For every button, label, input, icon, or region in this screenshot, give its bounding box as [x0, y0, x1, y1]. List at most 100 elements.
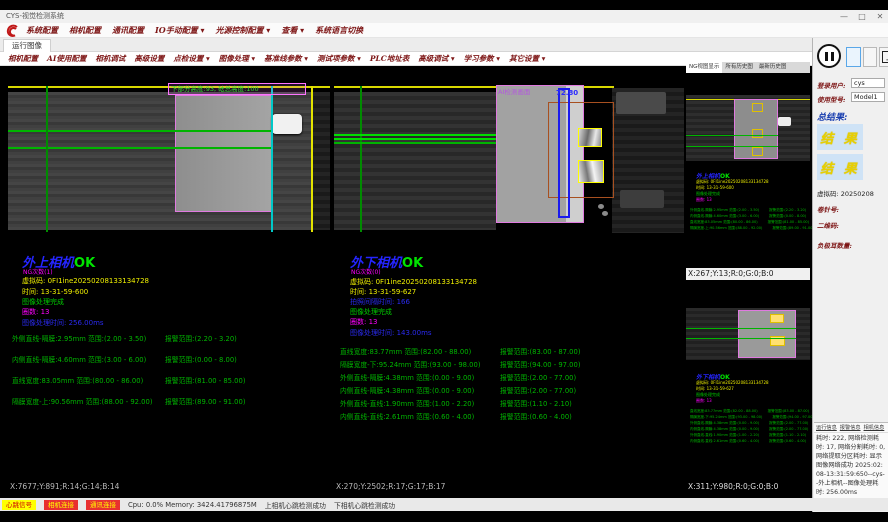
- mini2-barcode: 虚拟码: 0FI1ine20250208133134728: [696, 380, 769, 386]
- menu-item-language[interactable]: 系统语言切换: [315, 23, 363, 38]
- menu-item-camera-config[interactable]: 相机配置: [69, 23, 101, 38]
- cpu-memory-text: Cpu: 0.0% Memory: 3424.41796875M: [128, 501, 257, 509]
- tool-image-process[interactable]: 图像处理 ▾: [219, 52, 255, 66]
- mini1-green-line: [686, 135, 778, 136]
- left-cell-slab: [175, 95, 272, 212]
- history-view-1[interactable]: 外上相机OK 虚拟码: 0FI1ine20250208133134728 时间:…: [686, 73, 810, 268]
- measure-text: 内侧直线-隔膜:4.60mm 范围:(3.00 - 6.00): [12, 354, 146, 364]
- right-machine-block: [616, 92, 666, 114]
- mini1-rows: 外侧直线-隔膜:2.95mm 范围:(2.00 - 3.50)报警范围:(2.2…: [690, 207, 814, 231]
- left-camera-view[interactable]: 下部分高度:93, 砝总高度:100 外上相机OK NG次数(1) 虚拟码: 0…: [8, 78, 330, 493]
- right-proc-time: 图像处理时间: 143.00ms: [350, 328, 432, 338]
- menu-item-light-control[interactable]: 光源控制配置 ▾: [216, 23, 271, 38]
- tool-ai-config[interactable]: AI使用配置: [47, 52, 86, 66]
- mini1-loop: 圈数: 13: [696, 197, 712, 203]
- tab-latest-history[interactable]: 最新历史图: [756, 62, 790, 73]
- bolt-dot: [602, 211, 608, 216]
- menu-item-io-manual[interactable]: IO手动配置 ▾: [155, 23, 205, 38]
- measure-text: 外侧直线-直线:1.90mm 范围:(1.00 - 2.20): [340, 398, 474, 408]
- right-camera-status: OK: [402, 256, 423, 271]
- history-tabs: NG视图显示 所有历史图 最新历史图: [686, 62, 810, 73]
- measure-text: 外侧直线-隔膜:2.95mm 范围:(2.00 - 3.50): [12, 333, 146, 343]
- left-measure-row: 直线宽度:83.05mm 范围:(80.00 - 86.00) 报警范围:(81…: [8, 375, 330, 387]
- sidebar: → 登录用户: cys 使用型号: Model1 总结果: 结 果 结 果 虚拟…: [812, 38, 888, 512]
- right-measure-row: 隔膜宽度-下:95.24mm 范围:(93.00 - 98.00) 报警范围:(…: [334, 359, 684, 370]
- pause-icon: [825, 52, 828, 61]
- tab-ng-view[interactable]: NG视图显示: [686, 62, 722, 73]
- left-ng-count: NG次数(1): [23, 267, 53, 276]
- mini1-connector: [778, 117, 791, 126]
- measure-text: 内侧直线-隔膜:4.38mm 范围:(0.00 - 9.00): [340, 385, 474, 395]
- alarm-text: 报警范围:(83.00 - 87.00): [500, 346, 580, 356]
- comm-connect-badge: 通讯连接: [86, 500, 120, 510]
- measure-text: 外侧直线-隔膜:4.38mm 范围:(0.00 - 9.00): [340, 372, 474, 382]
- total-result-label: 总结果:: [817, 110, 847, 123]
- user-login-button[interactable]: [846, 47, 861, 67]
- status-bar: 心跳信号 相机连接 通讯连接 Cpu: 0.0% Memory: 3424.41…: [0, 498, 888, 511]
- exit-button[interactable]: →: [879, 47, 888, 67]
- tool-baseline-params[interactable]: 基准线参数 ▾: [264, 52, 308, 66]
- history-view-2[interactable]: 外下相机OK 虚拟码: 0FI1ine20250208133134728 时间:…: [686, 280, 810, 481]
- window-controls: — □ ✕: [838, 10, 886, 23]
- tool-advanced-debug[interactable]: 高级调试 ▾: [418, 52, 454, 66]
- sidebar-barcode: 虚拟码: 20250208: [817, 188, 874, 198]
- mini1-yellow-box: [752, 147, 763, 156]
- tab-run-image[interactable]: 运行图像: [3, 39, 51, 52]
- left-band-right-edge: [313, 92, 330, 230]
- qr-code-label: 二维码:: [817, 220, 839, 230]
- alarm-text: 报警范围:(0.60 - 4.00): [500, 411, 572, 421]
- menu-item-view[interactable]: 查看 ▾: [281, 23, 304, 38]
- maximize-icon[interactable]: □: [856, 10, 868, 23]
- tab-all-history[interactable]: 所有历史图: [722, 62, 756, 73]
- measure-text: 直线宽度:83.77mm 范围:(82.00 - 88.00): [340, 346, 471, 356]
- right-camera-view[interactable]: AI检测画面 72.80 外下相机OK NG次数(0) 虚拟码: 0FI1ine…: [334, 78, 684, 493]
- right-barcode: 虚拟码: 0FI1ine20250208133134728: [350, 277, 477, 287]
- left-measure-row: 外侧直线-隔膜:2.95mm 范围:(2.00 - 3.50) 报警范围:(2.…: [8, 333, 330, 345]
- tab-alarm-info[interactable]: 报警信息: [840, 424, 861, 431]
- camera-connect-badge: 相机连接: [44, 500, 78, 510]
- tool-test-params[interactable]: 测试项参数 ▾: [317, 52, 361, 66]
- alarm-text: 报警范围:(1.10 - 2.10): [500, 398, 572, 408]
- tool-camera-debug[interactable]: 相机调试: [95, 52, 125, 66]
- tool-other-settings[interactable]: 其它设置 ▾: [509, 52, 545, 66]
- login-user-label: 登录用户:: [817, 80, 845, 90]
- result-box-1: 结 果: [817, 124, 863, 150]
- menu-item-system-config[interactable]: 系统配置: [26, 23, 58, 38]
- result-box-2: 结 果: [817, 154, 863, 180]
- minimize-icon[interactable]: —: [838, 10, 850, 23]
- right-yellow-tab-1: [578, 128, 602, 147]
- mini2-loop: 圈数: 13: [696, 398, 712, 404]
- upper-camera-heartbeat-msg: 上相机心跳检测成功: [265, 500, 326, 510]
- tool-advanced-settings[interactable]: 高级设置: [134, 52, 164, 66]
- tab-run-info[interactable]: 运行信息: [816, 424, 837, 431]
- left-camera-status: OK: [74, 256, 95, 271]
- tool-learn-params[interactable]: 学习参数 ▾: [464, 52, 500, 66]
- mini1-yellow-box: [752, 129, 763, 138]
- mini2-time: 时间: 13-31-59-627: [696, 386, 734, 392]
- menu-item-comm-config[interactable]: 通讯配置: [112, 23, 144, 38]
- right-machine-block: [620, 190, 664, 208]
- tool-camera-config[interactable]: 相机配置: [8, 52, 38, 66]
- mini2-done: 图像处理完成: [696, 392, 720, 398]
- left-yellow-vline: [311, 86, 313, 232]
- tool-plc-table[interactable]: PLC地址表: [370, 52, 409, 66]
- operator-button[interactable]: [863, 47, 877, 67]
- model-label: 使用型号:: [817, 94, 845, 104]
- menubar: 系统配置 相机配置 通讯配置 IO手动配置 ▾ 光源控制配置 ▾ 查看 ▾ 系统…: [0, 23, 888, 38]
- close-icon[interactable]: ✕: [874, 10, 886, 23]
- alarm-text: 报警范围:(2.00 - 77.00): [500, 372, 576, 382]
- measure-text: 直线宽度:83.05mm 范围:(80.00 - 86.00): [12, 375, 143, 385]
- tab-camera-info[interactable]: 相机信息: [864, 424, 885, 431]
- right-measure-row: 直线宽度:83.77mm 范围:(82.00 - 88.00) 报警范围:(83…: [334, 346, 684, 357]
- left-measure-row: 隔膜宽度-上:90.56mm 范围:(88.00 - 92.00) 报警范围:(…: [8, 396, 330, 408]
- tool-spot-check[interactable]: 点检设置 ▾: [173, 52, 209, 66]
- right-measure-row: 内侧直线-隔膜:4.38mm 范围:(0.00 - 9.00) 报警范围:(2.…: [334, 385, 684, 396]
- alarm-text: 报警范围:(81.00 - 85.00): [165, 375, 245, 385]
- model-value[interactable]: Model1: [851, 92, 885, 102]
- measure-text: 隔膜宽度-上:90.56mm 范围:(88.00 - 92.00): [12, 396, 152, 406]
- run-log-text: 耗时: 222, 网络检测耗时: 17, 网络分割耗时: 0, 网络提取分区耗时…: [814, 433, 888, 500]
- right-green-line-2: [334, 138, 496, 140]
- login-user-value[interactable]: cys: [851, 78, 885, 88]
- pause-button[interactable]: [817, 44, 841, 68]
- mini1-barcode: 虚拟码: 0FI1ine20250208133134728: [696, 179, 769, 185]
